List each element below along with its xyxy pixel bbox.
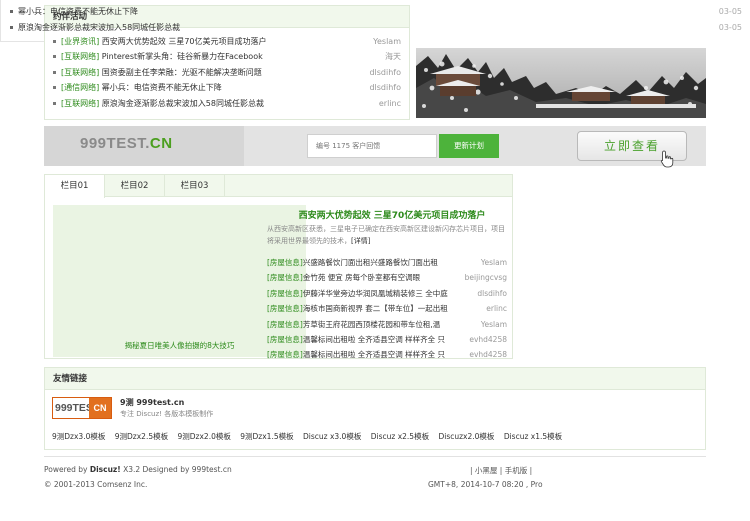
news-item[interactable]: 幂小兵：电信资费不能无休止下降 03-05 [10,5,742,19]
house-title[interactable]: 芳草街王府花园西顶楼花园和带车位租,温 [303,320,440,329]
house-item[interactable]: [房屋信息]伊藤洋华堂旁边华润凤凰城精装修三 全中庭 dlsdihfo [267,286,507,301]
bullet-icon [10,26,13,29]
tab-column-03[interactable]: 栏目03 [165,175,225,197]
house-tag[interactable]: [房屋信息] [267,258,303,267]
house-item[interactable]: [房屋信息]金竹苑 便宜 房每个卧室都有空调眼 beijingcvsg [267,270,507,285]
house-item[interactable]: [房屋信息]海核市国商新视界 套二【带车位】一起出租 erlinc [267,301,507,316]
house-title[interactable]: 兴盛路餐饮门面出租兴盛路餐饮门面出租 [303,258,438,267]
activity-title[interactable]: 原浪淘金逐渐影总裁宋波加入58同城任影总裁 [102,99,264,108]
hand-cursor-icon [660,150,674,168]
search-input[interactable] [307,134,437,158]
activity-author[interactable]: 海天 [385,49,401,64]
footer-links[interactable]: | 小黑屋 | 手机版 | [470,465,532,476]
partner-name[interactable]: 9测 999test.cn [120,397,184,408]
house-title[interactable]: 温馨标间出租啦 全齐适县空调 样样齐全 只 [303,335,445,344]
activity-tag[interactable]: [业界资讯] [61,37,99,46]
house-tag[interactable]: [房屋信息] [267,289,303,298]
partner-description: 专注 Discuz! 各版本模板制作 [120,410,214,418]
activities-list: [业界资讯] 西安两大优势起效 三星70亿美元项目成功落户 Yeslam [互联… [45,28,409,111]
bullet-icon [53,55,56,59]
house-tag[interactable]: [房屋信息] [267,304,303,313]
detail-link[interactable]: [详情] [351,237,370,245]
template-link[interactable]: 9测Dzx1.5模板 [240,432,293,441]
tab-column-01[interactable]: 栏目01 [45,175,105,198]
activity-tag[interactable]: [互联网络] [61,52,99,61]
house-author[interactable]: evhd4258 [469,332,507,347]
discuz-link[interactable]: Discuz! [90,465,121,474]
bullet-icon [53,70,56,74]
bullet-icon [53,101,56,105]
house-title[interactable]: 金竹苑 便宜 房每个卧室都有空调眼 [303,273,420,282]
news-date: 03-05 [718,7,742,16]
friend-links-heading: 友情链接 [45,368,705,390]
house-author[interactable]: evhd4258 [469,347,507,362]
house-tag[interactable]: [房屋信息] [267,273,303,282]
feature-headline[interactable]: 西安两大优势起效 三星70亿美元项目成功落户 [267,208,517,221]
template-link[interactable]: Discuz x1.5模板 [504,432,562,441]
activity-author[interactable]: dlsdihfo [369,65,401,80]
activity-tag[interactable]: [互联网络] [61,99,99,108]
news-item[interactable]: 原浪淘金逐渐影总裁宋波加入58同城任影总裁 03-05 [10,21,742,35]
activity-title[interactable]: Pinterest新掌头角：硅谷新暴力在Facebook [102,52,263,61]
house-author[interactable]: beijingcvsg [465,270,507,285]
house-item[interactable]: [房屋信息]温馨标间出租啦 全齐适县空调 样样齐全 只 evhd4258 [267,332,507,347]
template-link[interactable]: 9测Dzx2.0模板 [178,432,231,441]
activity-author[interactable]: erlinc [379,96,401,111]
powered-by: Powered by Discuz! X3.2 Designed by 999t… [44,465,232,474]
template-link-row: 9测Dzx3.0模板 9测Dzx2.5模板 9测Dzx2.0模板 9测Dzx1.… [52,431,569,442]
activity-item[interactable]: [业界资讯] 西安两大优势起效 三星70亿美元项目成功落户 Yeslam [53,34,401,49]
snow-temple-photo[interactable] [416,48,706,118]
site-logo[interactable]: 999TEST.CN [80,135,173,152]
house-author[interactable]: Yeslam [481,317,507,332]
house-author[interactable]: Yeslam [481,255,507,270]
house-tag[interactable]: [房屋信息] [267,320,303,329]
promo-banner: 999TEST.CN 更新计划 立即查看 [44,126,706,166]
snow-scene-image [416,48,706,118]
activity-tag[interactable]: [通信网络] [61,83,99,92]
activity-item[interactable]: [互联网络] 原浪淘金逐渐影总裁宋波加入58同城任影总裁 erlinc [53,96,401,111]
banner-logo-area: 999TEST.CN [44,126,244,166]
feature-description: 从西安高新区获悉，三星电子已确定在西安高新区建设新闪存芯片项目，项目将采用世界最… [267,225,505,245]
house-item[interactable]: [房屋信息]温馨标间出租啦 全齐适县空调 样样齐全 只 evhd4258 [267,347,507,362]
template-link[interactable]: Discuz x2.5模板 [371,432,429,441]
activity-tag[interactable]: [互联网络] [61,68,99,77]
friend-links-panel: 友情链接 999TEST. CN 9测 999test.cn 专注 Discuz!… [44,367,706,450]
news-title[interactable]: 原浪淘金逐渐影总裁宋波加入58同城任影总裁 [18,23,180,32]
house-info-list: [房屋信息]兴盛路餐饮门面出租兴盛路餐饮门面出租 Yeslam [房屋信息]金竹苑… [267,255,507,363]
news-title[interactable]: 幂小兵：电信资费不能无休止下降 [18,7,138,16]
server-time: GMT+8, 2014-10-7 08:20 , Pro [428,480,543,489]
activity-item[interactable]: [通信网络] 幂小兵：电信资费不能无休止下降 dlsdihfo [53,80,401,95]
news-date: 03-05 [718,23,742,32]
template-link[interactable]: 9测Dzx3.0模板 [52,432,105,441]
update-plan-button[interactable]: 更新计划 [439,134,499,158]
activity-title[interactable]: 西安两大优势起效 三星70亿美元项目成功落户 [102,37,267,46]
bullet-icon [10,10,13,13]
house-tag[interactable]: [房屋信息] [267,335,303,344]
bullet-icon [53,40,56,43]
activity-title[interactable]: 国资委副主任李荣融：光驱不能解决垄断问题 [102,68,262,77]
copyright: © 2001-2013 Comsenz Inc. [44,480,148,489]
house-author[interactable]: erlinc [486,301,507,316]
house-title[interactable]: 温馨标间出租啦 全齐适县空调 样样齐全 只 [303,350,445,359]
house-item[interactable]: [房屋信息]兴盛路餐饮门面出租兴盛路餐饮门面出租 Yeslam [267,255,507,270]
activity-item[interactable]: [互联网络] 国资委副主任李荣融：光驱不能解决垄断问题 dlsdihfo [53,65,401,80]
template-link[interactable]: Discuzx2.0模板 [438,432,494,441]
house-tag[interactable]: [房屋信息] [267,350,303,359]
house-item[interactable]: [房屋信息]芳草街王府花园西顶楼花园和带车位租,温 Yeslam [267,317,507,332]
activity-title[interactable]: 幂小兵：电信资费不能无休止下降 [102,83,222,92]
template-link[interactable]: 9测Dzx2.5模板 [115,432,168,441]
bullet-icon [53,86,56,90]
partner-logo[interactable]: 999TEST. CN [52,397,112,419]
house-author[interactable]: dlsdihfo [477,286,507,301]
house-title[interactable]: 海核市国商新视界 套二【带车位】一起出租 [303,304,448,313]
tab-bar: 栏目01 栏目02 栏目03 [45,175,512,198]
tab-column-02[interactable]: 栏目02 [105,175,165,197]
house-title[interactable]: 伊藤洋华堂旁边华润凤凰城精装修三 全中庭 [303,289,448,298]
activity-item[interactable]: [互联网络] Pinterest新掌头角：硅谷新暴力在Facebook 海天 [53,49,401,64]
footer-divider [44,456,706,457]
activity-author[interactable]: Yeslam [373,34,401,49]
column-tab-panel: 栏目01 栏目02 栏目03 揭秘夏日唯美人像拍摄的8大技巧 西安两大优势起效 … [44,174,513,359]
template-link[interactable]: Discuz x3.0模板 [303,432,361,441]
activity-author[interactable]: dlsdihfo [369,80,401,95]
